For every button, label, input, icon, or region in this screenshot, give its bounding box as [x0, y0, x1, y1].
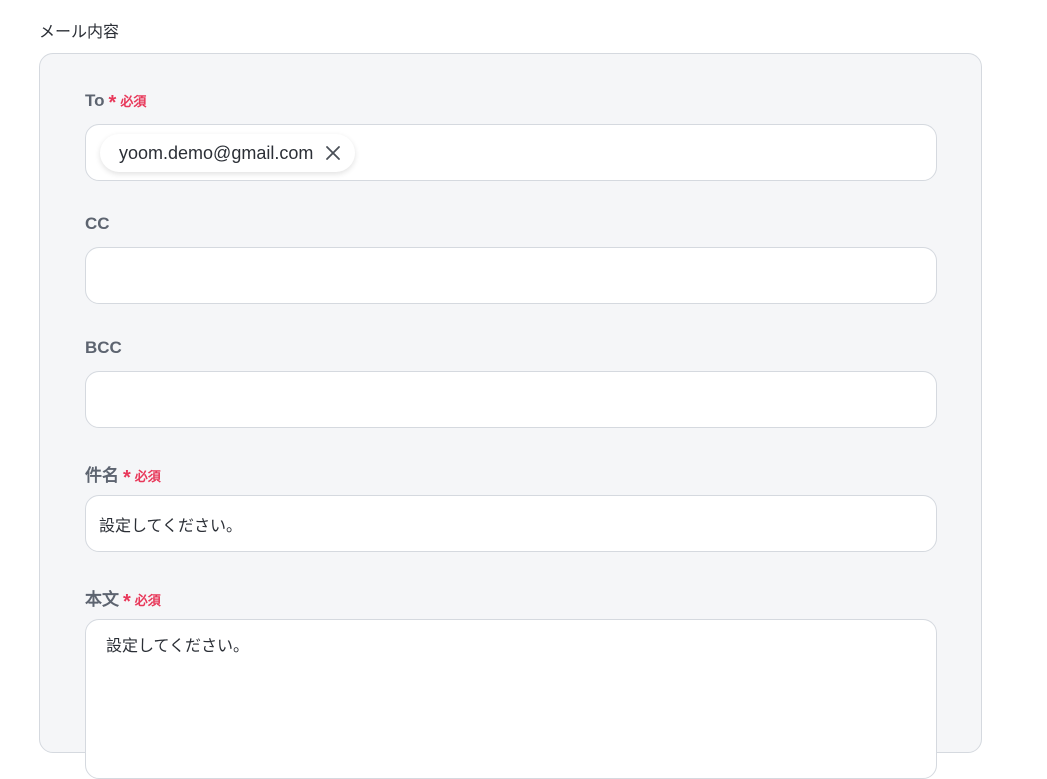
required-text: 必須 — [134, 594, 161, 609]
section-title: メール内容 — [39, 22, 120, 41]
required-asterisk: * — [108, 92, 117, 114]
to-field[interactable]: yoom.demo@gmail.com — [85, 124, 937, 181]
subject-label-text: 件名 — [85, 466, 119, 485]
mail-content-panel: To * 必須 yoom.demo@gmail.com CC BCC 件名 * … — [39, 53, 982, 779]
required-asterisk: * — [123, 467, 131, 489]
bcc-field[interactable] — [85, 371, 937, 428]
body-value: 設定してください。 — [106, 636, 250, 655]
cc-field[interactable] — [85, 247, 937, 304]
to-label: To * 必須 — [85, 90, 147, 114]
bcc-label: BCC — [85, 338, 122, 358]
required-asterisk: * — [123, 591, 131, 613]
email-chip-label: yoom.demo@gmail.com — [119, 142, 314, 163]
bcc-label-text: BCC — [85, 338, 122, 357]
email-chip: yoom.demo@gmail.com — [100, 134, 356, 172]
cc-label-text: CC — [85, 214, 110, 233]
subject-field[interactable]: 設定してください。 — [85, 495, 937, 552]
body-label-text: 本文 — [85, 590, 119, 609]
required-text: 必須 — [120, 95, 147, 110]
subject-label: 件名 * 必須 — [85, 461, 161, 489]
body-label: 本文 * 必須 — [85, 585, 161, 613]
subject-value: 設定してください。 — [99, 516, 243, 535]
cc-label: CC — [85, 214, 110, 234]
required-text: 必須 — [134, 470, 161, 485]
close-icon[interactable] — [323, 143, 343, 163]
to-label-text: To — [85, 91, 105, 110]
body-textarea[interactable]: 設定してください。 — [85, 619, 937, 779]
